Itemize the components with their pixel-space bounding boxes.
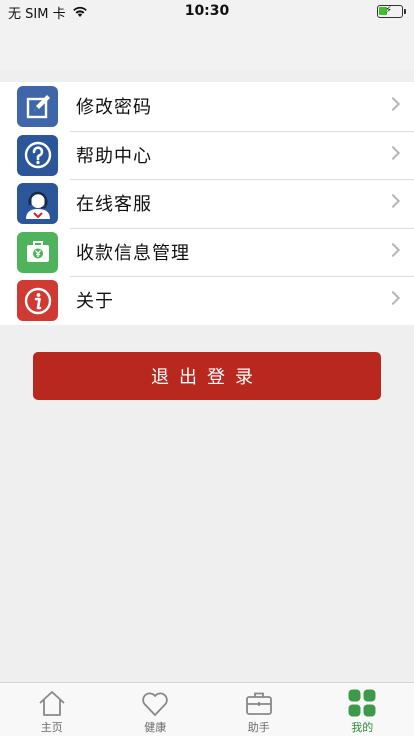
tab-bar: 主页 健康 助手 我的 bbox=[0, 682, 414, 736]
menu-item-label: 关于 bbox=[76, 291, 114, 313]
menu-item-label: 帮助中心 bbox=[76, 145, 152, 167]
tab-label: 我的 bbox=[351, 721, 374, 734]
customer-service-icon bbox=[17, 183, 58, 224]
menu-item-about[interactable]: 关于 bbox=[0, 276, 414, 325]
chevron-right-icon bbox=[385, 242, 401, 257]
menu-item-label: 收款信息管理 bbox=[76, 242, 190, 264]
tab-health[interactable]: 健康 bbox=[104, 683, 208, 736]
grid-icon bbox=[348, 689, 376, 717]
nav-bar bbox=[0, 24, 414, 70]
battery-icon: ⚡ bbox=[377, 5, 406, 18]
home-icon bbox=[39, 691, 65, 716]
chevron-right-icon bbox=[385, 145, 401, 160]
status-bar: 无 SIM 卡 10:30 ⚡ bbox=[0, 0, 414, 24]
wallet-icon bbox=[17, 231, 58, 273]
tab-label: 助手 bbox=[247, 721, 270, 734]
menu-item-label: 在线客服 bbox=[76, 194, 152, 216]
tab-assistant[interactable]: 助手 bbox=[207, 683, 311, 736]
info-icon bbox=[17, 280, 58, 321]
edit-password-icon bbox=[17, 86, 58, 127]
tab-label: 健康 bbox=[144, 721, 167, 734]
settings-menu: 修改密码 帮助中心 在线客服 收款信息管理 关于 bbox=[0, 82, 414, 325]
logout-button[interactable]: 退出登录 bbox=[33, 352, 381, 400]
menu-item-payment-info[interactable]: 收款信息管理 bbox=[0, 227, 414, 277]
tab-label: 主页 bbox=[40, 721, 63, 734]
briefcase-icon bbox=[245, 692, 272, 715]
chevron-right-icon bbox=[385, 193, 401, 209]
tab-mine[interactable]: 我的 bbox=[311, 683, 414, 736]
tab-home[interactable]: 主页 bbox=[0, 683, 104, 736]
status-time: 10:30 bbox=[184, 3, 230, 19]
chevron-right-icon bbox=[385, 290, 401, 306]
menu-item-online-service[interactable]: 在线客服 bbox=[0, 179, 414, 228]
chevron-right-icon bbox=[385, 96, 401, 112]
heart-icon bbox=[142, 692, 168, 716]
menu-item-change-password[interactable]: 修改密码 bbox=[0, 82, 414, 131]
menu-item-label: 修改密码 bbox=[76, 97, 152, 119]
menu-item-help-center[interactable]: 帮助中心 bbox=[0, 130, 414, 180]
help-icon bbox=[17, 134, 58, 176]
